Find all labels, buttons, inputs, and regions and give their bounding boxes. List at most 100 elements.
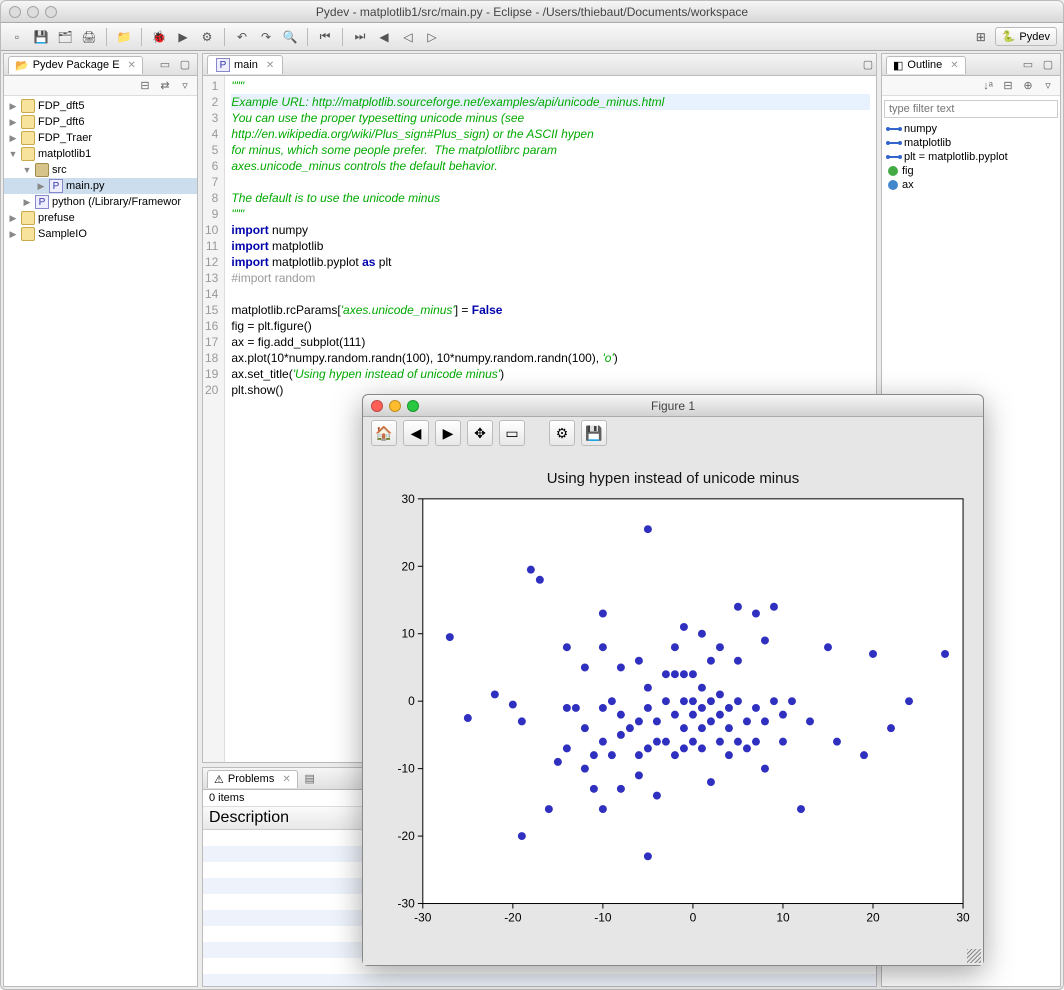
- view-menu-icon[interactable]: ▿: [1040, 78, 1056, 94]
- package-explorer-toolbar: ⊟ ⇄ ▿: [4, 76, 197, 96]
- maximize-editor-icon[interactable]: ▢: [860, 57, 876, 73]
- tree-item-matplotlib1[interactable]: ▼ matplotlib1: [4, 146, 197, 162]
- close-icon[interactable]: [9, 6, 21, 18]
- subplots-config-icon[interactable]: ⚙: [549, 420, 575, 446]
- tree-item-python-library-framewor[interactable]: ▶ P python (/Library/Framewor: [4, 194, 197, 210]
- home-icon[interactable]: 🏠: [371, 420, 397, 446]
- import-icon: [888, 142, 900, 144]
- collapse-all-icon[interactable]: ⊟: [137, 78, 153, 94]
- perspective-switcher-icon[interactable]: ⊞: [971, 27, 991, 47]
- close-icon[interactable]: ✕: [282, 774, 290, 785]
- zoom-icon[interactable]: [407, 400, 419, 412]
- chevron-icon[interactable]: ▶: [8, 117, 18, 128]
- tree-item-fdp_dft5[interactable]: ▶ FDP_dft5: [4, 98, 197, 114]
- svg-text:30: 30: [402, 492, 416, 506]
- tab-problems[interactable]: ⚠ Problems ✕: [207, 770, 298, 788]
- saveall-icon[interactable]: 🗂: [55, 27, 75, 47]
- chevron-icon[interactable]: ▶: [22, 197, 32, 208]
- line-gutter: 1234567891011121314151617181920: [203, 76, 225, 762]
- outline-item-numpy[interactable]: numpy: [884, 122, 1058, 136]
- new-icon[interactable]: ▫: [7, 27, 27, 47]
- chevron-icon[interactable]: ▶: [8, 101, 18, 112]
- folder-icon: [21, 211, 35, 225]
- chevron-icon[interactable]: ▼: [22, 165, 32, 175]
- close-icon[interactable]: ✕: [266, 60, 274, 71]
- prev2-icon[interactable]: ◁: [398, 27, 418, 47]
- minimize-icon[interactable]: [389, 400, 401, 412]
- outline-item-label: numpy: [904, 123, 937, 135]
- chevron-icon[interactable]: ▶: [8, 213, 18, 224]
- close-icon[interactable]: [371, 400, 383, 412]
- tree-item-fdp_dft6[interactable]: ▶ FDP_dft6: [4, 114, 197, 130]
- maximize-view-icon[interactable]: ▢: [1040, 57, 1056, 73]
- package-tree[interactable]: ▶ FDP_dft5▶ FDP_dft6▶ FDP_Traer▼ matplot…: [4, 96, 197, 986]
- outline-item-matplotlib[interactable]: matplotlib: [884, 136, 1058, 150]
- resize-grip-icon[interactable]: [967, 949, 981, 963]
- sort-icon[interactable]: ↓ᵃ: [980, 78, 996, 94]
- py-icon: P: [35, 195, 49, 209]
- save-icon[interactable]: 💾: [31, 27, 51, 47]
- chevron-icon[interactable]: ▶: [36, 181, 46, 192]
- link-editor-icon[interactable]: ⇄: [157, 78, 173, 94]
- last-icon[interactable]: ⏮: [315, 27, 335, 47]
- py-icon: P: [49, 179, 63, 193]
- chevron-icon[interactable]: ▶: [8, 133, 18, 144]
- outline-item-fig[interactable]: fig: [884, 164, 1058, 178]
- tree-item-prefuse[interactable]: ▶ prefuse: [4, 210, 197, 226]
- outline-filter-input[interactable]: [884, 100, 1058, 118]
- minimize-view-icon[interactable]: ▭: [157, 57, 173, 73]
- forward-icon[interactable]: ▶: [435, 420, 461, 446]
- pan-icon[interactable]: ✥: [467, 420, 493, 446]
- svg-text:-20: -20: [398, 829, 416, 843]
- minimize-icon[interactable]: [27, 6, 39, 18]
- collapse-icon[interactable]: ⊟: [1000, 78, 1016, 94]
- figure-titlebar[interactable]: Figure 1: [363, 395, 983, 417]
- editor-tabbar: P main ✕ ▢: [203, 54, 876, 76]
- chevron-icon[interactable]: ▼: [8, 149, 18, 159]
- fwd-icon[interactable]: ↷: [256, 27, 276, 47]
- problems-icon: ⚠: [214, 773, 224, 786]
- tree-item-fdp_traer[interactable]: ▶ FDP_Traer: [4, 130, 197, 146]
- outline-item-plt[interactable]: plt = matplotlib.pyplot: [884, 150, 1058, 164]
- svg-text:Using hypen instead of unicode: Using hypen instead of unicode minus: [547, 470, 799, 487]
- tree-item-main-py[interactable]: ▶ P main.py: [4, 178, 197, 194]
- back-icon[interactable]: ◀: [403, 420, 429, 446]
- view-menu-icon[interactable]: ▿: [177, 78, 193, 94]
- zoom-rect-icon[interactable]: ▭: [499, 420, 525, 446]
- tree-item-src[interactable]: ▼ src: [4, 162, 197, 178]
- scatter-chart: Using hypen instead of unicode minus-30-…: [363, 449, 983, 963]
- tab-outline[interactable]: ◧ Outline ✕: [886, 56, 966, 74]
- tree-item-label: python (/Library/Framewor: [52, 196, 181, 208]
- run-icon[interactable]: ▶: [173, 27, 193, 47]
- minimize-view-icon[interactable]: ▭: [1020, 57, 1036, 73]
- variable-icon: [888, 180, 898, 190]
- window-titlebar[interactable]: Pydev - matplotlib1/src/main.py - Eclips…: [1, 1, 1063, 23]
- next2-icon[interactable]: ▷: [422, 27, 442, 47]
- tab-package-explorer[interactable]: 📂 Pydev Package E ✕: [8, 56, 143, 74]
- open-icon[interactable]: 📁: [114, 27, 134, 47]
- next-icon[interactable]: ⏭: [350, 27, 370, 47]
- other-view-icon[interactable]: ▤: [302, 771, 318, 787]
- tree-item-sampleio[interactable]: ▶ SampleIO: [4, 226, 197, 242]
- outline-item-label: fig: [902, 165, 914, 177]
- debug-icon[interactable]: 🐞: [149, 27, 169, 47]
- zoom-icon[interactable]: [45, 6, 57, 18]
- search-icon[interactable]: 🔍: [280, 27, 300, 47]
- close-icon[interactable]: ✕: [950, 60, 958, 71]
- matplotlib-figure-window[interactable]: Figure 1 🏠 ◀ ▶ ✥ ▭ ⚙ 💾 Using hypen inste…: [362, 394, 984, 966]
- main-toolbar: ▫💾🗂🖨 📁 🐞▶⚙ ↶↷🔍 ⏮ ⏭◀◁▷ ⊞ 🐍 Pydev: [1, 23, 1063, 51]
- ext-icon[interactable]: ⚙: [197, 27, 217, 47]
- perspective-pydev[interactable]: 🐍 Pydev: [995, 27, 1057, 46]
- folder-icon: [21, 147, 35, 161]
- back-icon[interactable]: ↶: [232, 27, 252, 47]
- close-icon[interactable]: ✕: [128, 60, 136, 71]
- tree-item-label: FDP_Traer: [38, 132, 92, 144]
- tab-main-py[interactable]: P main ✕: [207, 55, 283, 74]
- prev-icon[interactable]: ◀: [374, 27, 394, 47]
- maximize-view-icon[interactable]: ▢: [177, 57, 193, 73]
- print-icon[interactable]: 🖨: [79, 27, 99, 47]
- chevron-icon[interactable]: ▶: [8, 229, 18, 240]
- focus-icon[interactable]: ⊕: [1020, 78, 1036, 94]
- outline-item-ax[interactable]: ax: [884, 178, 1058, 192]
- save-icon[interactable]: 💾: [581, 420, 607, 446]
